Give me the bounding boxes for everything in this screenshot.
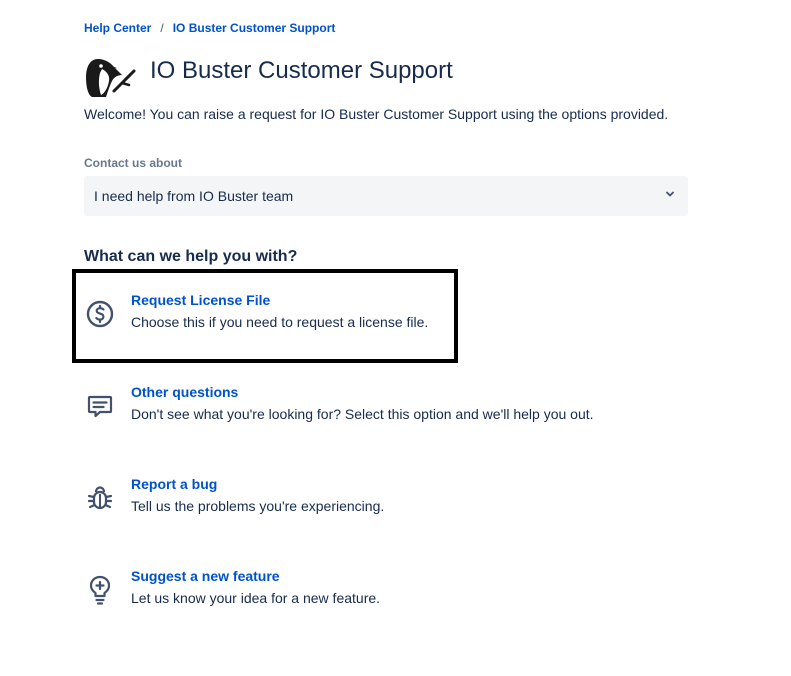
suggest-new-feature-title[interactable]: Suggest a new feature [131, 568, 280, 584]
breadcrumb-portal-link[interactable]: IO Buster Customer Support [173, 21, 336, 35]
contact-us-selected-value: I need help from IO Buster team [94, 188, 294, 204]
report-a-bug-option[interactable]: Report a bug Tell us the problems you're… [84, 476, 684, 532]
suggest-new-feature-option[interactable]: Suggest a new feature Let us know your i… [84, 568, 684, 624]
comment-icon [84, 390, 116, 422]
help-section-heading: What can we help you with? [84, 248, 298, 265]
breadcrumb-help-center-link[interactable]: Help Center [84, 21, 151, 35]
request-license-file-option[interactable]: Request License File Choose this if you … [84, 292, 684, 348]
report-a-bug-title[interactable]: Report a bug [131, 476, 217, 492]
suggest-new-feature-description: Let us know your idea for a new feature. [131, 590, 381, 606]
request-license-file-description: Choose this if you need to request a lic… [131, 314, 429, 330]
bug-icon [84, 482, 116, 514]
other-questions-title[interactable]: Other questions [131, 384, 238, 400]
welcome-message: Welcome! You can raise a request for IO … [84, 106, 669, 122]
dollar-circle-icon [84, 298, 116, 330]
lightbulb-icon [84, 574, 116, 606]
breadcrumb: Help Center / IO Buster Customer Support [84, 21, 335, 35]
other-questions-option[interactable]: Other questions Don't see what you're lo… [84, 384, 684, 440]
contact-us-label: Contact us about [84, 156, 182, 170]
page-title: IO Buster Customer Support [150, 57, 453, 84]
breadcrumb-separator: / [160, 21, 164, 35]
request-license-file-title[interactable]: Request License File [131, 292, 270, 308]
other-questions-description: Don't see what you're looking for? Selec… [131, 406, 594, 422]
contact-us-select[interactable]: I need help from IO Buster team [84, 176, 688, 216]
penguin-logo-icon [84, 55, 136, 99]
chevron-down-icon [664, 187, 676, 205]
report-a-bug-description: Tell us the problems you're experiencing… [131, 498, 385, 514]
